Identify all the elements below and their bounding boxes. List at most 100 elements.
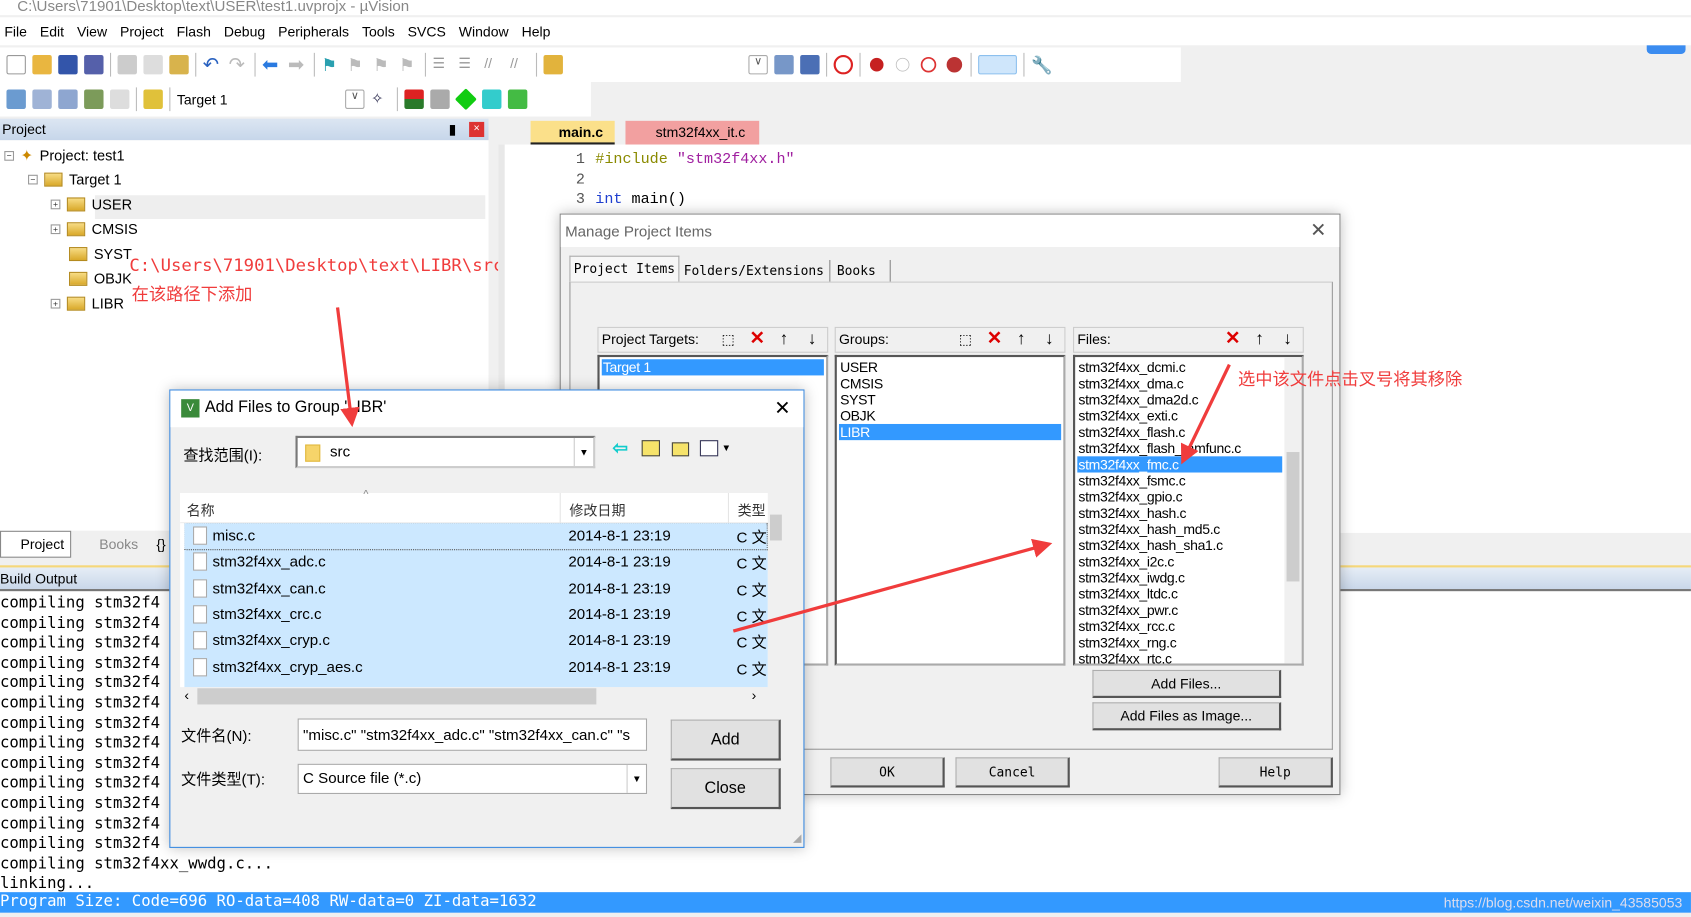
new-file-icon[interactable] — [6, 55, 26, 75]
tab-stm32f4xx-it-c[interactable]: stm32f4xx_it.c — [625, 120, 760, 145]
tab-books[interactable]: Books — [837, 259, 891, 282]
move-down-icon[interactable]: ↓ — [1283, 328, 1292, 352]
run-time-env-icon[interactable] — [507, 89, 528, 109]
dropdown-chevron-icon[interactable]: ∨ — [748, 55, 768, 75]
menu-file[interactable]: File — [0, 23, 36, 39]
tree-group[interactable]: OBJK — [69, 271, 132, 287]
nav-forward-icon[interactable]: ➡ — [288, 55, 307, 74]
list-item-file[interactable]: stm32f4xx_dma2d.c — [1077, 392, 1282, 408]
move-down-icon[interactable]: ↓ — [1045, 328, 1054, 352]
list-item-file[interactable]: stm32f4xx_gpio.c — [1077, 489, 1282, 505]
file-row[interactable]: stm32f4xx_cryp_aes.c 2014-8-1 23:19 C 文 — [184, 654, 767, 680]
menu-view[interactable]: View — [73, 23, 116, 39]
add-files-as-image-button[interactable]: Add Files as Image... — [1092, 702, 1282, 731]
menu-window[interactable]: Window — [454, 23, 517, 39]
help-button[interactable]: Help — [1218, 757, 1333, 788]
tree-target[interactable]: Target 1 — [69, 172, 122, 188]
download-icon[interactable] — [143, 89, 163, 109]
list-item-file[interactable]: stm32f4xx_pwr.c — [1077, 602, 1282, 618]
list-item-file[interactable]: stm32f4xx_hash_md5.c — [1077, 521, 1282, 537]
breakpoint-icon[interactable] — [869, 57, 884, 72]
list-item-file[interactable]: stm32f4xx_flash_ramfunc.c — [1077, 440, 1282, 456]
list-item-file[interactable]: stm32f4xx_i2c.c — [1077, 553, 1282, 569]
file-row[interactable]: stm32f4xx_can.c 2014-8-1 23:19 C 文 — [184, 576, 767, 602]
clear-bookmarks-icon[interactable]: ⚑ — [399, 55, 418, 75]
nav-back-icon[interactable]: ⬅ — [262, 55, 281, 74]
bookmark-icon[interactable]: ⚑ — [321, 55, 340, 75]
debug-session-icon[interactable] — [833, 55, 854, 75]
tab-folders-extensions[interactable]: Folders/Extensions — [684, 259, 831, 282]
menu-svcs[interactable]: SVCS — [403, 23, 454, 39]
comment-icon[interactable]: // — [484, 55, 503, 74]
list-item-file[interactable]: stm32f4xx_hash_sha1.c — [1077, 537, 1282, 553]
move-up-icon[interactable]: ↑ — [1255, 328, 1264, 352]
new-folder-icon[interactable] — [671, 442, 690, 457]
menu-debug[interactable]: Debug — [220, 23, 274, 39]
target-options-icon[interactable]: ✧ — [371, 90, 390, 109]
menu-edit[interactable]: Edit — [36, 23, 73, 39]
up-folder-icon[interactable] — [641, 440, 660, 457]
translate-icon[interactable] — [6, 89, 26, 109]
file-list[interactable]: 名称 ^ 修改日期 类型 misc.c 2014-8-1 23:19 C 文 stm3… — [180, 489, 784, 688]
list-item-file[interactable]: stm32f4xx_exti.c — [1077, 408, 1282, 424]
expand-icon[interactable]: + — [50, 199, 61, 210]
dropdown-arrow-icon[interactable]: ▼ — [626, 764, 646, 793]
cut-icon[interactable] — [117, 55, 137, 75]
save-all-icon[interactable] — [84, 55, 104, 75]
paste-icon[interactable] — [169, 55, 189, 75]
close-icon[interactable]: ✕ — [1310, 219, 1326, 242]
list-item-file[interactable]: stm32f4xx_fmc.c — [1077, 456, 1283, 473]
tab-project-items[interactable]: Project Items — [569, 255, 680, 282]
cancel-button[interactable]: Cancel — [955, 757, 1070, 788]
file-row[interactable]: stm32f4xx_adc.c 2014-8-1 23:19 C 文 — [184, 549, 767, 575]
list-item-file[interactable]: stm32f4xx_flash.c — [1077, 424, 1282, 440]
resize-grip-icon[interactable]: ◢ — [793, 833, 801, 845]
tab-functions[interactable]: {} — [156, 533, 165, 557]
filetype-select[interactable]: C Source file (*.c) ▼ — [297, 763, 648, 794]
undo-icon[interactable]: ↶ — [203, 55, 222, 74]
col-date[interactable]: 修改日期 — [559, 493, 634, 524]
add-button[interactable]: Add — [670, 719, 781, 761]
groups-list[interactable]: USER CMSIS SYST OBJK LIBR — [834, 354, 1066, 666]
menu-project[interactable]: Project — [116, 23, 173, 39]
list-item-group[interactable]: USER — [839, 359, 1061, 375]
collapse-icon[interactable]: − — [4, 151, 15, 161]
files-scrollbar[interactable] — [1284, 357, 1302, 664]
close-icon[interactable]: ✕ — [774, 397, 790, 420]
pack-installer-icon[interactable] — [482, 89, 502, 109]
filename-input[interactable]: "misc.c" "stm32f4xx_adc.c" "stm32f4xx_ca… — [297, 718, 648, 751]
redo-icon[interactable]: ↷ — [229, 55, 248, 74]
save-icon[interactable] — [58, 55, 78, 75]
lookin-select[interactable]: src ▼ — [295, 435, 596, 469]
view-menu-icon[interactable] — [699, 440, 719, 457]
list-item-group[interactable]: CMSIS — [839, 375, 1061, 391]
menu-peripherals[interactable]: Peripherals — [274, 23, 358, 39]
menu-flash[interactable]: Flash — [172, 23, 219, 39]
list-item-file[interactable]: stm32f4xx_rtc.c — [1077, 651, 1282, 664]
configure-icon[interactable]: 🔧 — [1031, 55, 1052, 75]
tab-main-c[interactable]: main.c — [530, 120, 615, 145]
list-item-group[interactable]: OBJK — [839, 408, 1061, 424]
target-select[interactable]: Target 1 — [177, 91, 339, 107]
move-up-icon[interactable]: ↑ — [1017, 328, 1026, 352]
move-up-icon[interactable]: ↑ — [780, 328, 789, 352]
list-item-file[interactable]: stm32f4xx_rng.c — [1077, 634, 1282, 650]
delete-file-icon[interactable]: ✕ — [1225, 327, 1240, 351]
ok-button[interactable]: OK — [830, 757, 945, 788]
close-panel-icon[interactable]: × — [469, 121, 485, 138]
add-files-button[interactable]: Add Files... — [1092, 669, 1282, 698]
select-packs-icon[interactable] — [454, 88, 477, 111]
uncomment-icon[interactable]: // — [510, 55, 529, 74]
indent-icon[interactable]: ☰ — [432, 55, 451, 74]
window-layout-icon[interactable] — [978, 55, 1017, 75]
incremental-find-icon[interactable] — [800, 55, 820, 75]
expand-icon[interactable]: + — [50, 298, 61, 309]
list-item-file[interactable]: stm32f4xx_rcc.c — [1077, 618, 1282, 634]
open-folder-icon[interactable] — [32, 55, 52, 75]
tree-group[interactable]: + LIBR — [50, 296, 124, 312]
batch-build-icon[interactable] — [84, 89, 104, 109]
move-down-icon[interactable]: ↓ — [808, 328, 817, 352]
tree-project[interactable]: Project: test1 — [40, 148, 125, 164]
tab-project[interactable]: Project — [0, 530, 72, 558]
file-row[interactable]: stm32f4xx_cryp.c 2014-8-1 23:19 C 文 — [184, 628, 767, 654]
